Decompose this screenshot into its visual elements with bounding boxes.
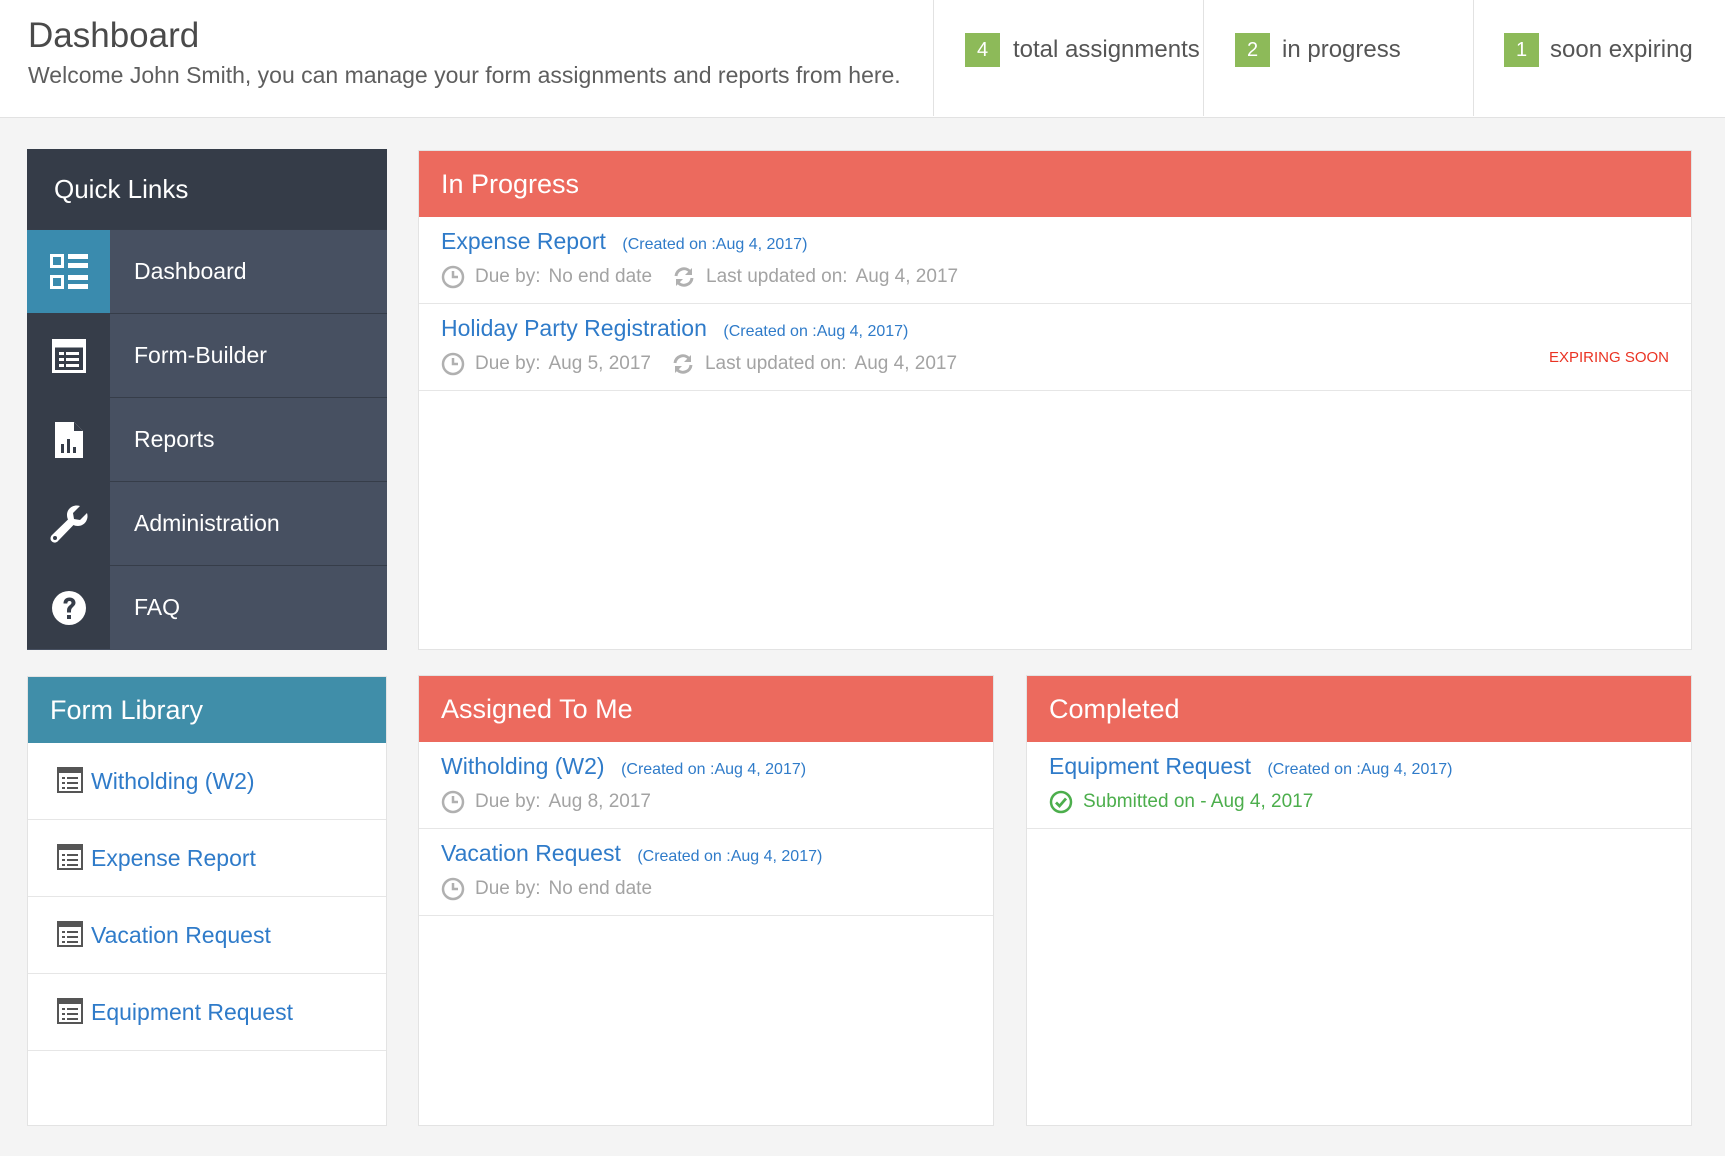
form-icon bbox=[57, 921, 85, 949]
sidebar-item-label: Dashboard bbox=[134, 258, 247, 284]
form-icon bbox=[57, 844, 85, 872]
sidebar-item-form-builder[interactable]: Form-Builder bbox=[27, 313, 387, 397]
stat-count-badge: 1 bbox=[1504, 33, 1539, 67]
dashboard-icon bbox=[27, 230, 110, 313]
page-header: Dashboard Welcome John Smith, you can ma… bbox=[0, 0, 1725, 118]
report-file-icon bbox=[27, 398, 110, 481]
sidebar-item-administration[interactable]: Administration bbox=[27, 481, 387, 565]
panel-title: In Progress bbox=[419, 151, 1691, 217]
updated-label: Last updated on: bbox=[706, 266, 848, 287]
list-item: Vacation Request (Created on :Aug 4, 201… bbox=[419, 829, 993, 916]
form-title-link[interactable]: Witholding (W2) bbox=[441, 753, 605, 779]
quick-links-title: Quick Links bbox=[27, 149, 387, 229]
clock-icon bbox=[441, 790, 465, 814]
expiring-soon-badge: EXPIRING SOON bbox=[1548, 349, 1669, 366]
updated-date: Aug 4, 2017 bbox=[854, 353, 958, 374]
updated-date: Aug 4, 2017 bbox=[855, 266, 959, 287]
stat-label: in progress bbox=[1282, 36, 1401, 63]
sidebar-item-faq[interactable]: FAQ bbox=[27, 565, 387, 649]
clock-icon bbox=[441, 877, 465, 901]
created-date: (Created on :Aug 4, 2017) bbox=[622, 236, 808, 253]
form-library-item[interactable]: Equipment Request bbox=[28, 974, 386, 1051]
sidebar-item-label: Administration bbox=[134, 510, 280, 536]
panel-title: Completed bbox=[1027, 676, 1691, 742]
refresh-icon bbox=[672, 265, 696, 289]
stat-total-assignments: 4 total assignments bbox=[933, 0, 1203, 116]
due-label: Due by: bbox=[475, 878, 541, 899]
form-library-item[interactable]: Expense Report bbox=[28, 820, 386, 897]
submitted-status: Submitted on - Aug 4, 2017 bbox=[1083, 791, 1314, 812]
stat-count-badge: 4 bbox=[965, 33, 1000, 67]
form-icon bbox=[57, 767, 85, 795]
form-library-label: Equipment Request bbox=[91, 998, 294, 1025]
quick-links-panel: Quick Links Dashboard Form-Builder Repor… bbox=[27, 149, 387, 650]
form-library-label: Vacation Request bbox=[91, 921, 271, 948]
due-date: No end date bbox=[548, 878, 653, 899]
list-item: Holiday Party Registration (Created on :… bbox=[419, 304, 1691, 391]
form-library-label: Expense Report bbox=[91, 844, 256, 871]
due-date: Aug 8, 2017 bbox=[548, 791, 651, 812]
page-title: Dashboard bbox=[28, 16, 200, 55]
wrench-icon bbox=[27, 482, 110, 565]
due-label: Due by: bbox=[475, 353, 541, 374]
completed-panel: Completed Equipment Request (Created on … bbox=[1026, 675, 1692, 1126]
form-library-panel: Form Library Witholding (W2) Expense Rep… bbox=[27, 676, 387, 1126]
list-item: Expense Report (Created on :Aug 4, 2017)… bbox=[419, 217, 1691, 304]
created-date: (Created on :Aug 4, 2017) bbox=[723, 323, 909, 340]
sidebar-item-dashboard[interactable]: Dashboard bbox=[27, 229, 387, 313]
due-label: Due by: bbox=[475, 791, 541, 812]
list-item: Witholding (W2) (Created on :Aug 4, 2017… bbox=[419, 742, 993, 829]
created-date: (Created on :Aug 4, 2017) bbox=[1267, 761, 1453, 778]
due-date: Aug 5, 2017 bbox=[548, 353, 651, 374]
due-date: No end date bbox=[548, 266, 653, 287]
question-icon bbox=[27, 566, 110, 649]
clock-icon bbox=[441, 352, 465, 376]
sidebar-item-label: FAQ bbox=[134, 594, 181, 620]
panel-title: Form Library bbox=[28, 677, 386, 743]
stat-count-badge: 2 bbox=[1235, 33, 1270, 67]
stat-in-progress: 2 in progress bbox=[1203, 0, 1473, 116]
form-library-label: Witholding (W2) bbox=[91, 767, 255, 794]
refresh-icon bbox=[671, 352, 695, 376]
form-library-item[interactable]: Vacation Request bbox=[28, 897, 386, 974]
sidebar-item-reports[interactable]: Reports bbox=[27, 397, 387, 481]
stat-label: total assignments bbox=[1013, 36, 1200, 63]
stat-soon-expiring: 1 soon expiring bbox=[1473, 0, 1725, 116]
form-builder-icon bbox=[27, 314, 110, 397]
form-title-link[interactable]: Vacation Request bbox=[441, 840, 621, 866]
list-item: Equipment Request (Created on :Aug 4, 20… bbox=[1027, 742, 1691, 829]
updated-label: Last updated on: bbox=[704, 353, 847, 374]
clock-icon bbox=[441, 265, 465, 289]
welcome-message: Welcome John Smith, you can manage your … bbox=[28, 62, 901, 88]
form-title-link[interactable]: Expense Report bbox=[441, 228, 606, 254]
form-icon bbox=[57, 998, 85, 1026]
form-library-item[interactable]: Witholding (W2) bbox=[28, 743, 386, 820]
stat-label: soon expiring bbox=[1550, 36, 1693, 63]
assigned-to-me-panel: Assigned To Me Witholding (W2) (Created … bbox=[418, 675, 994, 1126]
in-progress-panel: In Progress Expense Report (Created on :… bbox=[418, 150, 1692, 650]
created-date: (Created on :Aug 4, 2017) bbox=[621, 761, 807, 778]
sidebar-item-label: Reports bbox=[134, 426, 215, 452]
panel-title: Assigned To Me bbox=[419, 676, 993, 742]
sidebar-item-label: Form-Builder bbox=[134, 342, 267, 368]
check-circle-icon bbox=[1049, 790, 1073, 814]
form-title-link[interactable]: Holiday Party Registration bbox=[441, 315, 707, 341]
form-title-link[interactable]: Equipment Request bbox=[1049, 753, 1251, 779]
due-label: Due by: bbox=[475, 266, 541, 287]
created-date: (Created on :Aug 4, 2017) bbox=[637, 848, 823, 865]
